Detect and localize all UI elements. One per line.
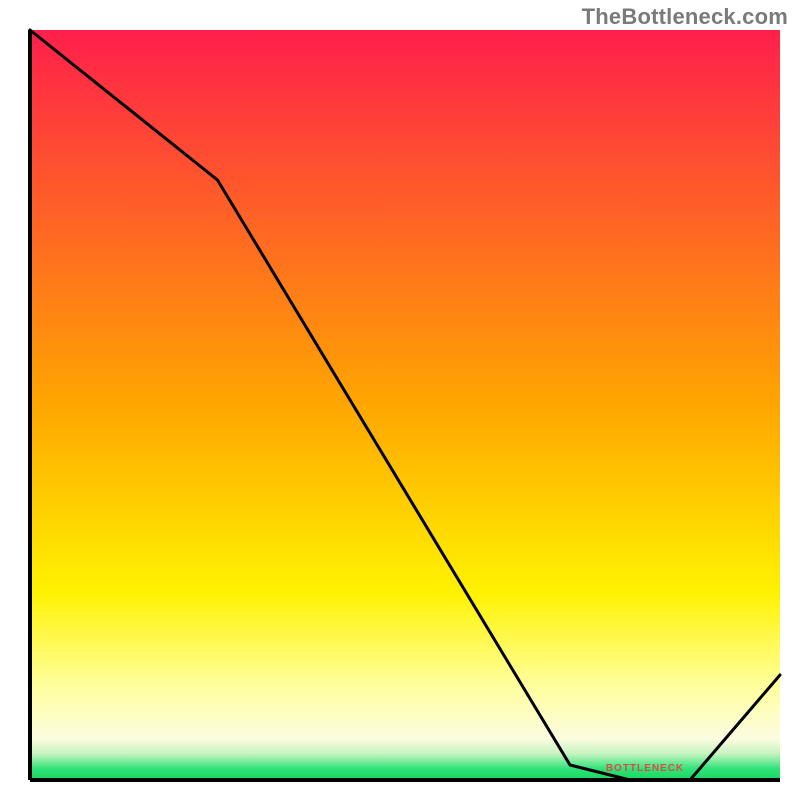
watermark-text: TheBottleneck.com [582,4,788,30]
chart-stage: TheBottleneck.com BOTTLENECK [0,0,800,800]
chart-svg: BOTTLENECK [0,0,800,800]
bottleneck-annotation: BOTTLENECK [606,763,684,774]
plot-background [30,30,780,780]
